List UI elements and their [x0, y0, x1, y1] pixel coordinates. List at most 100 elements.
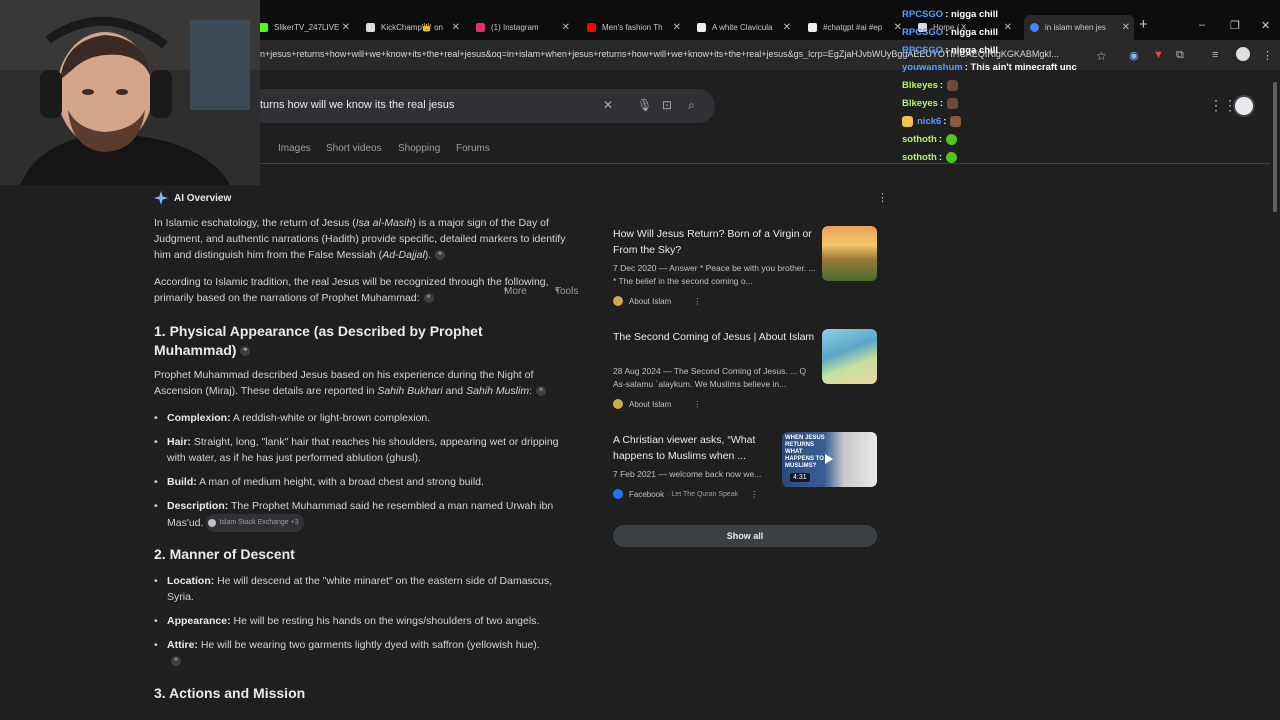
microphone-icon[interactable]: 🎙 — [637, 98, 652, 112]
tab-forums[interactable]: Forums — [456, 143, 490, 154]
menu-icon[interactable]: ⋮ — [1262, 49, 1273, 62]
extension-icon[interactable]: ▼ — [1153, 49, 1164, 61]
show-all-button[interactable]: Show all — [613, 525, 877, 547]
list-item: Hair: Straight, long, "lank" hair that r… — [154, 434, 567, 466]
heading-manner-of-descent: 2. Manner of Descent — [154, 546, 295, 562]
instagram-icon — [476, 22, 485, 32]
close-icon[interactable]: ✕ — [452, 22, 460, 33]
chat-message: RPCSGO: nigga chill — [902, 45, 998, 56]
emote-icon — [946, 152, 957, 163]
source-chip[interactable]: Islam Stack Exchange +3 — [206, 514, 304, 532]
more-options-icon[interactable]: ⋮ — [693, 297, 701, 306]
source-title[interactable]: How Will Jesus Return? Born of a Virgin … — [613, 226, 818, 258]
list-item: Description: The Prophet Muhammad said h… — [154, 498, 577, 532]
source-thumbnail[interactable] — [822, 226, 877, 281]
tab-shopping[interactable]: Shopping — [398, 143, 440, 154]
tab-chatgpt[interactable]: #chatgpt #ai #ep ✕ — [808, 17, 906, 37]
link-icon[interactable]: ⚭ — [423, 293, 434, 304]
clear-icon[interactable]: ✕ — [603, 98, 613, 112]
close-icon[interactable]: ✕ — [1122, 22, 1130, 33]
link-icon[interactable]: ⚭ — [240, 346, 251, 357]
emote-icon — [947, 98, 959, 109]
chat-message: RPCSGO: nigga chill — [902, 9, 998, 20]
emote-icon — [946, 134, 957, 145]
list-item: Location: He will descend at the "white … — [154, 573, 577, 605]
page-scrollbar[interactable] — [1270, 70, 1280, 720]
downloads-icon[interactable]: ≡ — [1212, 49, 1218, 61]
maximize-button[interactable]: ❐ — [1230, 19, 1240, 32]
chat-message: Blkeyes: — [902, 80, 959, 91]
puzzle-icon[interactable]: ⧉ — [1176, 49, 1184, 62]
more-options-icon[interactable]: ⋮ — [693, 400, 701, 409]
overview-intro: In Islamic eschatology, the return of Je… — [154, 217, 566, 261]
list-item: Complexion: A reddish-white or light-bro… — [154, 410, 567, 426]
overview-paragraph: According to Islamic tradition, the real… — [154, 276, 549, 304]
source-snippet: 7 Dec 2020 — Answer * Peace be with you … — [613, 263, 816, 286]
chat-message: sothoth: — [902, 134, 957, 145]
youtube-icon — [587, 22, 596, 32]
physical-appearance-paragraph: Prophet Muhammad described Jesus based o… — [154, 367, 574, 399]
close-icon[interactable]: ✕ — [673, 22, 681, 33]
video-thumbnail[interactable]: WHEN JESUS RETURNS WHAT HAPPENS TO MUSLI… — [782, 432, 877, 487]
minimize-button[interactable]: – — [1199, 19, 1205, 31]
more-options-icon[interactable]: ⋮ — [750, 490, 758, 499]
close-window-button[interactable]: ✕ — [1261, 19, 1270, 32]
tab-slikertv[interactable]: SlikerTV_247LIVE ✕ — [259, 17, 354, 37]
search-icon[interactable]: ⌕ — [688, 98, 695, 113]
search-input[interactable]: turns how will we know its the real jesu… — [260, 99, 454, 111]
tab-short-videos[interactable]: Short videos — [326, 143, 382, 154]
heading-physical-appearance: 1. Physical Appearance (as Described by … — [154, 323, 483, 358]
tiktok-icon — [808, 22, 817, 32]
account-avatar[interactable] — [1233, 95, 1255, 117]
sparkle-icon — [154, 191, 168, 205]
chat-message: youwanshum: This ain't minecraft unc — [902, 62, 1077, 73]
heading-actions-mission: 3. Actions and Mission — [154, 685, 306, 701]
list-item: Build: A man of medium height, with a br… — [154, 474, 567, 490]
close-icon[interactable]: ✕ — [894, 22, 902, 33]
tab-instagram[interactable]: (1) Instagram ✕ — [476, 17, 574, 37]
source-site[interactable]: About Islam ⋮ — [613, 399, 701, 409]
tab-google-search[interactable]: in islam when jes ✕ — [1024, 15, 1134, 40]
lens-icon[interactable]: ⊡ — [662, 98, 672, 112]
new-tab-button[interactable]: + — [1139, 16, 1148, 33]
scrollbar-thumb[interactable] — [1273, 82, 1277, 212]
source-thumbnail[interactable] — [822, 329, 877, 384]
tab-images[interactable]: Images — [278, 143, 311, 154]
streamer-webcam-image — [0, 0, 260, 185]
close-icon[interactable]: ✕ — [562, 22, 570, 33]
close-icon[interactable]: ✕ — [1004, 22, 1012, 33]
badge-icon — [902, 116, 913, 127]
play-icon — [825, 454, 833, 464]
source-title[interactable]: The Second Coming of Jesus | About Islam — [613, 329, 818, 345]
profile-avatar[interactable] — [1236, 47, 1250, 61]
link-icon[interactable]: ⚭ — [171, 656, 181, 667]
close-icon[interactable]: ✕ — [342, 22, 350, 33]
list-item: Appearance: He will be resting his hands… — [154, 613, 577, 629]
google-icon — [1030, 23, 1039, 32]
cast-icon[interactable]: ◉ — [1129, 49, 1139, 62]
link-icon[interactable]: ⚭ — [536, 386, 547, 397]
tab-mens-fashion[interactable]: Men's fashion Th ✕ — [587, 17, 685, 37]
chat-message: RPCSGO: nigga chill — [902, 27, 998, 38]
kick-icon — [259, 22, 268, 32]
thumbnail-caption: WHEN JESUS RETURNS WHAT HAPPENS TO MUSLI… — [785, 435, 825, 469]
source-title[interactable]: A Christian viewer asks, “What happens t… — [613, 432, 778, 464]
ai-overview-header: AI Overview — [154, 191, 231, 205]
more-options-icon[interactable]: ⋮ — [877, 191, 888, 204]
bookmark-star-icon[interactable]: ☆ — [1096, 49, 1107, 63]
tab-white-clavicula[interactable]: A white Clavicula ✕ — [697, 17, 795, 37]
tab-kickchamp[interactable]: KickChamp👑 on ✕ — [366, 17, 464, 37]
webcam-overlay — [0, 0, 260, 185]
source-snippet: 7 Feb 2021 — welcome back now we... — [613, 469, 762, 479]
site-favicon — [613, 399, 623, 409]
chat-message: nick6: — [902, 116, 962, 127]
source-site[interactable]: About Islam ⋮ — [613, 296, 701, 306]
chat-message: sothoth: — [902, 152, 957, 163]
source-site[interactable]: Facebook · Let The Quran Speak ⋮ — [613, 489, 758, 499]
emote-icon — [947, 80, 959, 91]
video-duration: 4:31 — [790, 473, 810, 482]
list-item: Attire: He will be wearing two garments … — [154, 637, 547, 669]
link-icon[interactable]: ⚭ — [435, 250, 446, 261]
tiktok-icon — [697, 22, 706, 32]
close-icon[interactable]: ✕ — [783, 22, 791, 33]
